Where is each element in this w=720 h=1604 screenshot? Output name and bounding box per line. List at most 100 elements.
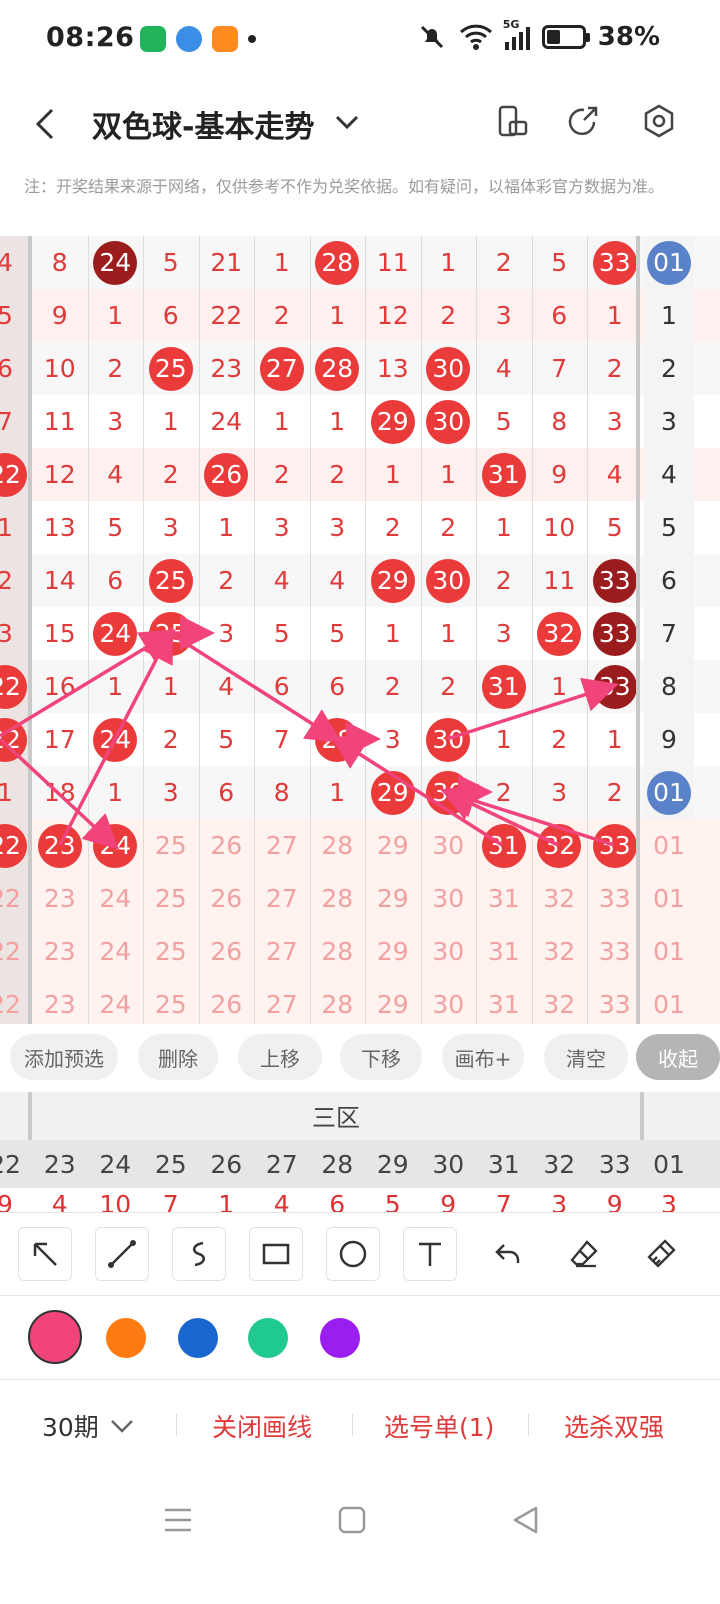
number-cell[interactable]: 1 [587,713,643,766]
number-cell[interactable]: 2 [199,554,255,607]
number-cell[interactable]: 1 [199,501,255,554]
number-cell[interactable]: 29 [365,925,421,978]
number-cell[interactable]: 23 [32,978,88,1024]
number-cell[interactable]: 29 [365,395,421,448]
number-cell[interactable]: 23 [32,925,88,978]
number-cell[interactable]: 10 [32,342,88,395]
number-cell[interactable]: 13 [365,342,421,395]
number-cell[interactable]: 25 [143,607,199,660]
kill-double-button[interactable]: 选杀双强 [564,1408,664,1444]
number-cell[interactable]: 2 [587,342,643,395]
number-cell[interactable]: 1 [254,236,310,289]
number-cell[interactable]: 2 [254,289,310,342]
undo-icon[interactable] [480,1227,534,1281]
number-cell[interactable]: 33 [587,819,643,872]
number-cell[interactable]: 26 [199,819,255,872]
number-cell[interactable]: 31 [476,872,532,925]
number-cell[interactable]: 25 [143,872,199,925]
number-cell[interactable]: 11 [365,236,421,289]
number-cell[interactable]: 3 [476,607,532,660]
number-cell[interactable]: 5 [199,713,255,766]
number-cell[interactable]: 24 [88,925,144,978]
blue-number-cell[interactable]: 01 [644,766,694,819]
number-cell[interactable]: 30 [421,925,477,978]
number-cell[interactable]: 26 [199,925,255,978]
chip-button[interactable]: 收起 [636,1034,720,1080]
number-cell[interactable]: 30 [421,713,477,766]
number-cell[interactable]: 2 [421,501,477,554]
color-swatch[interactable] [28,1310,82,1364]
number-cell[interactable]: 32 [532,925,588,978]
number-cell[interactable]: 1 [365,448,421,501]
number-cell[interactable]: 27 [254,342,310,395]
number-cell[interactable]: 15 [32,607,88,660]
number-cell[interactable]: 30 [421,342,477,395]
number-cell[interactable]: 1 [143,395,199,448]
number-cell[interactable]: 13 [32,501,88,554]
number-cell[interactable]: 4 [310,554,366,607]
number-cell[interactable]: 3 [143,501,199,554]
number-cell[interactable]: 23 [32,872,88,925]
number-cell[interactable]: 24 [88,978,144,1024]
number-cell[interactable]: 1 [365,607,421,660]
number-cell[interactable]: 6 [254,660,310,713]
number-cell[interactable]: 1 [310,395,366,448]
number-cell[interactable]: 5 [476,395,532,448]
number-cell[interactable]: 1 [254,395,310,448]
number-cell[interactable]: 32 [532,872,588,925]
number-cell[interactable]: 2 [143,448,199,501]
color-swatch[interactable] [248,1318,288,1358]
clear-brush-icon[interactable] [634,1227,688,1281]
number-cell[interactable]: 12 [365,289,421,342]
number-cell[interactable]: 7 [532,342,588,395]
chip-button[interactable]: 清空 [544,1034,628,1080]
number-cell[interactable]: 24 [88,607,144,660]
color-swatch[interactable] [178,1318,218,1358]
blue-number-cell[interactable]: 8 [644,660,694,713]
circle-tool-icon[interactable] [326,1227,380,1281]
period-selector[interactable]: 30期 [42,1408,135,1444]
number-cell[interactable]: 25 [143,819,199,872]
number-cell[interactable]: 18 [32,766,88,819]
number-cell[interactable]: 2 [365,660,421,713]
chevron-down-icon[interactable] [334,112,360,132]
number-cell[interactable]: 27 [254,925,310,978]
number-cell[interactable]: 7 [254,713,310,766]
number-cell[interactable]: 29 [365,872,421,925]
number-cell[interactable]: 8 [532,395,588,448]
chip-button[interactable]: 添加预选 [10,1034,118,1080]
number-cell[interactable]: 31 [476,978,532,1024]
number-cell[interactable]: 3 [254,501,310,554]
number-cell[interactable]: 25 [143,978,199,1024]
blue-number-cell[interactable]: 4 [644,448,694,501]
number-cell[interactable]: 33 [587,236,643,289]
color-swatch[interactable] [106,1318,146,1358]
number-cell[interactable]: 30 [421,554,477,607]
blue-number-cell[interactable]: 01 [644,819,694,872]
number-cell[interactable]: 33 [587,978,643,1024]
number-cell[interactable]: 26 [199,872,255,925]
number-cell[interactable]: 1 [476,501,532,554]
blue-number-cell[interactable]: 2 [644,342,694,395]
number-cell[interactable]: 11 [32,395,88,448]
number-cell[interactable]: 4 [88,448,144,501]
number-cell[interactable]: 2 [88,342,144,395]
line-tool-icon[interactable] [95,1227,149,1281]
blue-number-cell[interactable]: 01 [644,872,694,925]
number-cell[interactable]: 6 [143,289,199,342]
number-cell[interactable]: 1 [587,289,643,342]
number-cell[interactable]: 8 [32,236,88,289]
blue-number-cell[interactable]: 9 [644,713,694,766]
number-cell[interactable]: 1 [143,660,199,713]
number-cell[interactable]: 30 [421,766,477,819]
trend-grid[interactable]: 4 8 24 5 21 1 28 11 1 2 5 33 01 5 9 1 6 22 2 1 12 2 3 6 1 1 6 10 2 25… [0,236,720,1024]
number-cell[interactable]: 3 [199,607,255,660]
number-cell[interactable]: 3 [310,501,366,554]
number-cell[interactable]: 27 [254,872,310,925]
number-cell[interactable]: 1 [532,660,588,713]
blue-number-cell[interactable]: 1 [644,289,694,342]
number-cell[interactable]: 4 [199,660,255,713]
number-cell[interactable]: 26 [199,978,255,1024]
number-cell[interactable]: 4 [254,554,310,607]
number-cell[interactable]: 22 [199,289,255,342]
